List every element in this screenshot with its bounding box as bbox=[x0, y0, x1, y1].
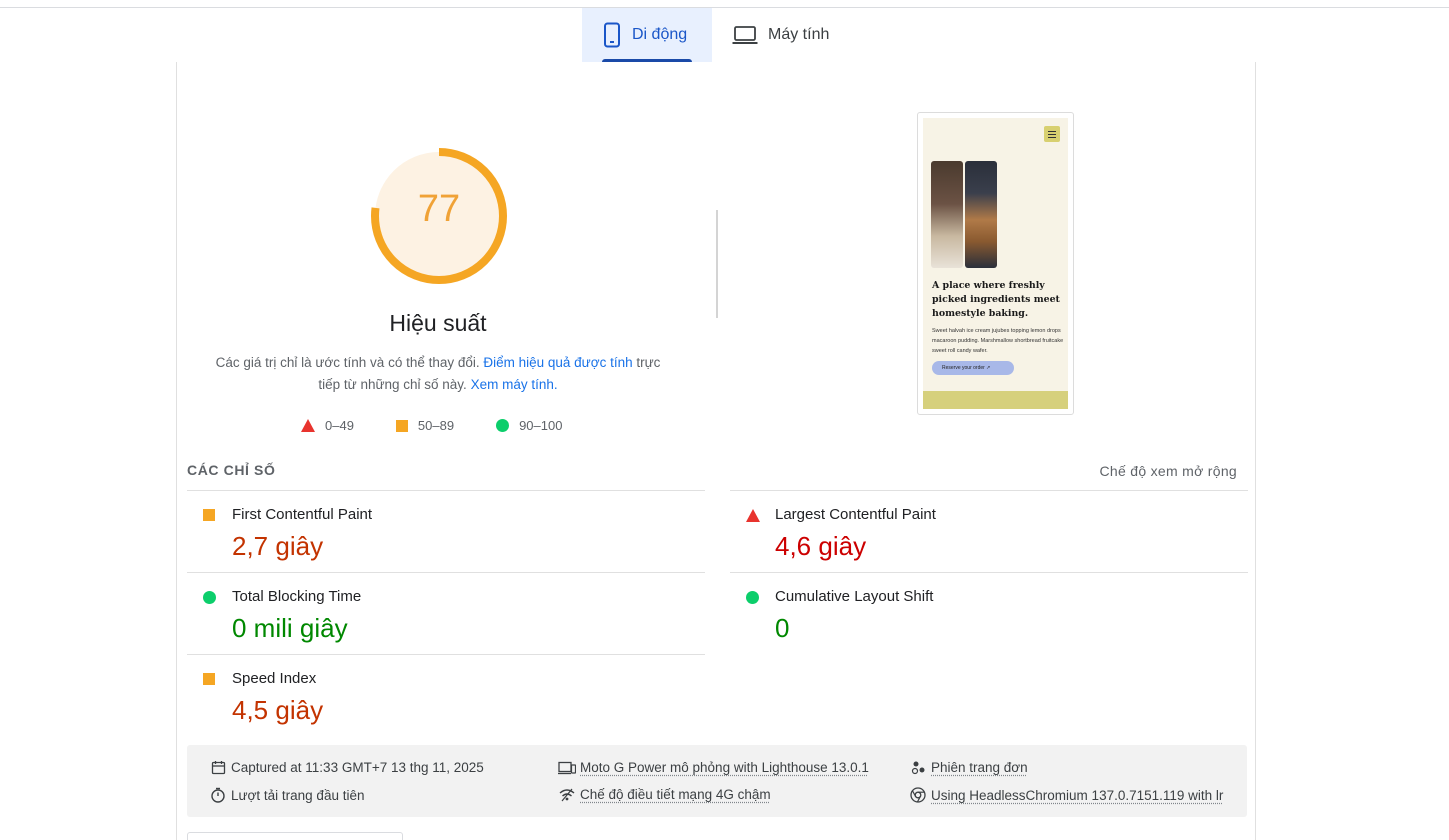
metric-value: 4,6 giây bbox=[775, 531, 867, 561]
see-calculator-link[interactable]: Xem máy tính. bbox=[471, 377, 558, 392]
session-dots-icon bbox=[909, 760, 927, 775]
tab-desktop-label: Máy tính bbox=[768, 26, 830, 43]
run-info-footer: Captured at 11:33 GMT+7 13 thg 11, 2025 … bbox=[187, 745, 1247, 817]
metric-name: Speed Index bbox=[232, 670, 317, 687]
divider bbox=[716, 210, 718, 318]
legend-average: 50–89 bbox=[417, 418, 455, 433]
calendar-icon bbox=[209, 760, 227, 775]
metric-value: 0 mili giây bbox=[232, 613, 348, 643]
metric-value: 4,5 giây bbox=[232, 695, 324, 725]
metric-si: Speed Index 4,5 giây bbox=[187, 654, 705, 736]
first-load-info: Lượt tải trang đầu tiên bbox=[209, 787, 364, 803]
legend-pass: 90–100 bbox=[519, 418, 563, 433]
score-legend: 0–49 50–89 90–100 bbox=[301, 418, 598, 433]
screenshot-heading: A place where freshly picked ingredients… bbox=[932, 280, 1060, 319]
pass-circle-icon bbox=[496, 419, 510, 432]
metric-fcp: First Contentful Paint 2,7 giây bbox=[187, 490, 705, 572]
metric-name: Cumulative Layout Shift bbox=[775, 588, 934, 605]
score-calc-link[interactable]: Điểm hiệu quả được tính bbox=[483, 355, 632, 370]
browser-info-link[interactable]: Using HeadlessChromium 137.0.7151.119 wi… bbox=[909, 787, 1223, 803]
screenshot-footer bbox=[923, 391, 1068, 409]
pass-circle-icon bbox=[746, 591, 759, 604]
bread-image-right bbox=[965, 161, 997, 268]
stopwatch-icon bbox=[209, 787, 227, 803]
laptop-icon bbox=[732, 25, 758, 45]
fail-triangle-icon bbox=[746, 509, 760, 522]
pass-circle-icon bbox=[203, 591, 216, 604]
legend-fail: 0–49 bbox=[325, 418, 354, 433]
devices-icon bbox=[558, 761, 576, 775]
screenshot-button: Reserve your order ↗ bbox=[932, 361, 1014, 375]
device-tabs: Di động Máy tính bbox=[582, 8, 847, 62]
screenshot-body: Sweet halvah ice cream jujubes topping l… bbox=[932, 328, 1064, 354]
metric-value: 2,7 giây bbox=[232, 531, 324, 561]
captured-info: Captured at 11:33 GMT+7 13 thg 11, 2025 bbox=[209, 760, 484, 775]
tab-mobile-label: Di động bbox=[632, 26, 688, 43]
metric-name: Total Blocking Time bbox=[232, 588, 362, 605]
bottom-control[interactable] bbox=[187, 832, 403, 840]
performance-description: Các giá trị chỉ là ước tính và có thể th… bbox=[215, 355, 661, 392]
expanded-view-toggle[interactable]: Chế độ xem mở rộng bbox=[1099, 463, 1237, 479]
metric-tbt: Total Blocking Time 0 mili giây bbox=[187, 572, 705, 654]
chrome-icon bbox=[909, 787, 927, 803]
page-screenshot[interactable]: A place where freshly picked ingredients… bbox=[917, 112, 1074, 415]
tab-mobile[interactable]: Di động bbox=[582, 8, 712, 62]
report-panel: 77 Hiệu suất Các giá trị chỉ là ước tính… bbox=[176, 62, 1256, 840]
average-square-icon bbox=[203, 673, 215, 685]
metrics-section-title: CÁC CHỈ SỐ bbox=[187, 462, 276, 478]
smartphone-icon bbox=[602, 22, 622, 48]
tab-desktop[interactable]: Máy tính bbox=[712, 8, 847, 62]
average-square-icon bbox=[203, 509, 215, 521]
metric-value: 0 bbox=[775, 613, 790, 643]
metric-cls: Cumulative Layout Shift 0 bbox=[730, 572, 1248, 654]
performance-title: Hiệu suất bbox=[389, 310, 487, 336]
device-info-link[interactable]: Moto G Power mô phỏng with Lighthouse 13… bbox=[558, 760, 869, 775]
signal-icon bbox=[558, 788, 576, 802]
metric-lcp: Largest Contentful Paint 4,6 giây bbox=[730, 490, 1248, 572]
network-throttling-link[interactable]: Chế độ điều tiết mạng 4G chậm bbox=[558, 787, 771, 802]
metric-name: Largest Contentful Paint bbox=[775, 506, 936, 523]
metric-name: First Contentful Paint bbox=[232, 506, 373, 523]
session-info-link[interactable]: Phiên trang đơn bbox=[909, 760, 1028, 775]
hamburger-menu-icon bbox=[1044, 126, 1060, 142]
bread-image-left bbox=[931, 161, 963, 268]
fail-triangle-icon bbox=[301, 419, 315, 432]
performance-score: 77 bbox=[417, 188, 461, 230]
average-square-icon bbox=[395, 419, 408, 432]
